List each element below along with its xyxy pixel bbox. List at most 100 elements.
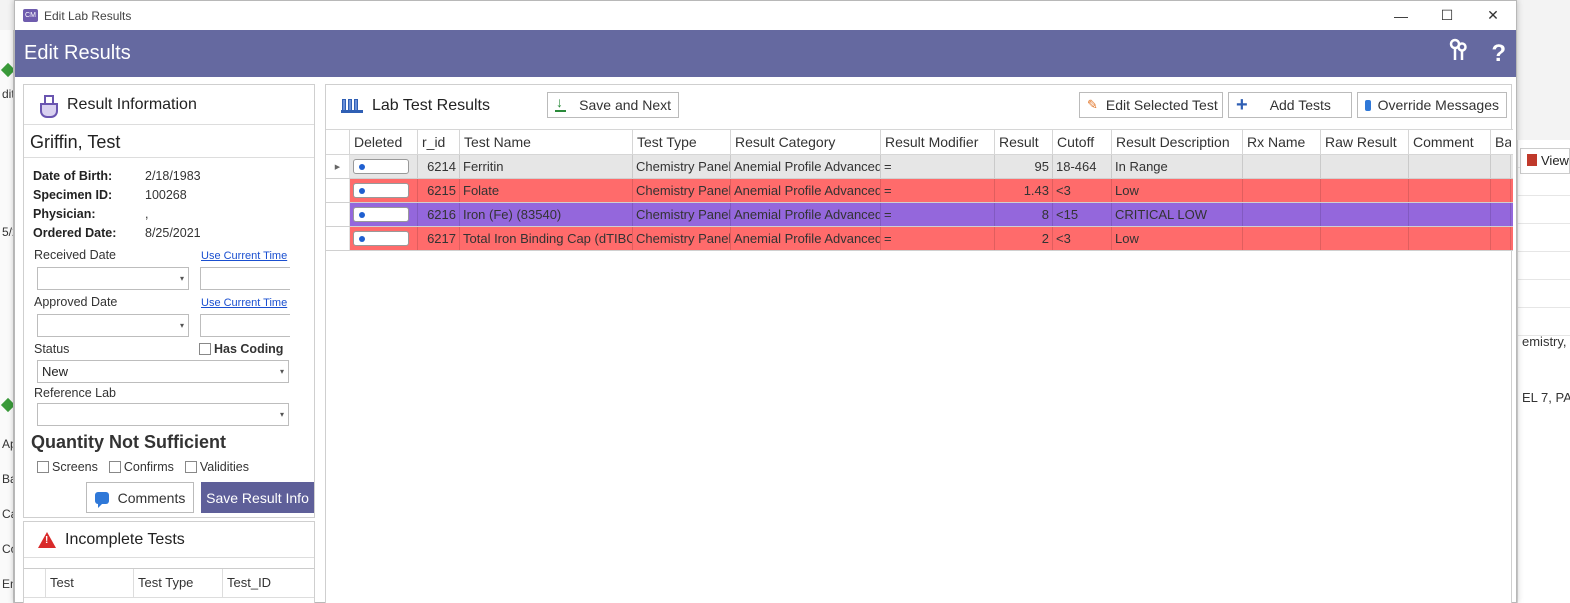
cell-test-name[interactable]: Ferritin — [460, 155, 633, 178]
cell-comment[interactable] — [1409, 203, 1491, 226]
approved-time-input[interactable] — [200, 314, 290, 337]
cell-raw-result[interactable] — [1321, 203, 1409, 226]
background-view-button[interactable]: View — [1520, 148, 1570, 174]
received-time-input[interactable] — [200, 267, 290, 290]
cell-test-type[interactable]: Chemistry Panel — [633, 179, 731, 202]
maximize-button[interactable]: ☐ — [1424, 1, 1470, 30]
cell-result-description[interactable]: CRITICAL LOW — [1112, 203, 1243, 226]
cell-batch[interactable] — [1491, 203, 1511, 226]
deleted-switch[interactable] — [353, 207, 409, 222]
deleted-toggle[interactable] — [350, 179, 418, 202]
received-date-picker[interactable]: ▾ — [37, 267, 189, 290]
column-header[interactable]: Test Type — [134, 569, 223, 597]
column-header-cutoff[interactable]: Cutoff — [1053, 130, 1112, 154]
column-header-r-id[interactable]: r_id — [418, 130, 460, 154]
column-header-result[interactable]: Result — [995, 130, 1053, 154]
edit-selected-test-button[interactable]: ✎ Edit Selected Test — [1079, 92, 1223, 118]
cell-test-name[interactable]: Total Iron Binding Cap (dTIBC) — [460, 227, 633, 250]
table-row[interactable]: 6215 Folate Chemistry Panel Anemial Profile… — [326, 179, 1513, 203]
column-header-test-type[interactable]: Test Type — [633, 130, 731, 154]
cell-cutoff[interactable]: <3 — [1053, 179, 1112, 202]
cell-result-category[interactable]: Anemial Profile Advanced — [731, 155, 881, 178]
close-button[interactable]: ✕ — [1470, 1, 1516, 30]
deleted-switch[interactable] — [353, 231, 409, 246]
cell-batch[interactable] — [1491, 155, 1511, 178]
column-header-batch[interactable]: Ba — [1491, 130, 1511, 154]
override-keys-icon[interactable] — [1447, 38, 1469, 69]
validities-checkbox[interactable]: Validities — [184, 460, 249, 474]
column-header-deleted[interactable]: Deleted — [350, 130, 418, 154]
reference-lab-select[interactable]: ▾ — [37, 403, 289, 426]
column-header-raw-result[interactable]: Raw Result — [1321, 130, 1409, 154]
override-messages-button[interactable]: Override Messages — [1357, 92, 1507, 118]
cell-test-name[interactable]: Iron (Fe) (83540) — [460, 203, 633, 226]
cell-r-id[interactable]: 6215 — [418, 179, 460, 202]
cell-rx-name[interactable] — [1243, 227, 1321, 250]
column-header[interactable]: Test — [46, 569, 134, 597]
cell-result-modifier[interactable]: = — [881, 227, 995, 250]
approved-date-picker[interactable]: ▾ — [37, 314, 189, 337]
cell-comment[interactable] — [1409, 179, 1491, 202]
deleted-toggle[interactable] — [350, 155, 418, 178]
deleted-switch[interactable] — [353, 183, 409, 198]
cell-rx-name[interactable] — [1243, 179, 1321, 202]
screens-checkbox[interactable]: Screens — [37, 460, 98, 474]
cell-r-id[interactable]: 6216 — [418, 203, 460, 226]
minimize-button[interactable]: — — [1378, 1, 1424, 30]
add-tests-button[interactable]: + Add Tests — [1228, 92, 1352, 118]
cell-cutoff[interactable]: <3 — [1053, 227, 1112, 250]
row-header[interactable] — [326, 179, 350, 202]
cell-batch[interactable] — [1491, 179, 1511, 202]
cell-result[interactable]: 2 — [995, 227, 1053, 250]
cell-result-category[interactable]: Anemial Profile Advanced — [731, 227, 881, 250]
cell-rx-name[interactable] — [1243, 203, 1321, 226]
save-result-info-button[interactable]: Save Result Info — [201, 482, 314, 513]
table-row[interactable]: 6217 Total Iron Binding Cap (dTIBC) Chemis… — [326, 227, 1513, 251]
cell-r-id[interactable]: 6217 — [418, 227, 460, 250]
row-header[interactable] — [326, 227, 350, 250]
cell-test-type[interactable]: Chemistry Panel — [633, 155, 731, 178]
table-row[interactable]: ▶ 6214 Ferritin Chemistry Panel Anemial Prof… — [326, 155, 1513, 179]
deleted-switch[interactable] — [353, 159, 409, 174]
cell-result-modifier[interactable]: = — [881, 203, 995, 226]
cell-batch[interactable] — [1491, 227, 1511, 250]
cell-test-name[interactable]: Folate — [460, 179, 633, 202]
cell-r-id[interactable]: 6214 — [418, 155, 460, 178]
comments-button[interactable]: Comments — [86, 482, 194, 513]
cell-result-category[interactable]: Anemial Profile Advanced — [731, 179, 881, 202]
approved-use-current-time-link[interactable]: Use Current Time — [201, 297, 287, 309]
row-header[interactable] — [326, 203, 350, 226]
column-header-comment[interactable]: Comment — [1409, 130, 1491, 154]
cell-result[interactable]: 1.43 — [995, 179, 1053, 202]
received-use-current-time-link[interactable]: Use Current Time — [201, 250, 287, 262]
cell-test-type[interactable]: Chemistry Panel — [633, 203, 731, 226]
cell-comment[interactable] — [1409, 227, 1491, 250]
save-and-next-button[interactable]: Save and Next — [547, 92, 679, 118]
has-coding-checkbox[interactable]: Has Coding — [199, 342, 283, 356]
cell-rx-name[interactable] — [1243, 155, 1321, 178]
confirms-checkbox[interactable]: Confirms — [108, 460, 174, 474]
cell-result[interactable]: 8 — [995, 203, 1053, 226]
column-header-result-modifier[interactable]: Result Modifier — [881, 130, 995, 154]
column-header[interactable]: Test_ID — [223, 569, 313, 597]
status-select[interactable]: New ▾ — [37, 360, 289, 383]
cell-result-description[interactable]: Low — [1112, 179, 1243, 202]
cell-raw-result[interactable] — [1321, 155, 1409, 178]
cell-test-type[interactable]: Chemistry Panel — [633, 227, 731, 250]
deleted-toggle[interactable] — [350, 203, 418, 226]
cell-result-description[interactable]: In Range — [1112, 155, 1243, 178]
column-header-result-description[interactable]: Result Description — [1112, 130, 1243, 154]
column-header-result-category[interactable]: Result Category — [731, 130, 881, 154]
cell-result-description[interactable]: Low — [1112, 227, 1243, 250]
cell-result-category[interactable]: Anemial Profile Advanced — [731, 203, 881, 226]
cell-result-modifier[interactable]: = — [881, 179, 995, 202]
cell-raw-result[interactable] — [1321, 227, 1409, 250]
cell-comment[interactable] — [1409, 155, 1491, 178]
cell-raw-result[interactable] — [1321, 179, 1409, 202]
cell-cutoff[interactable]: <15 — [1053, 203, 1112, 226]
row-header[interactable]: ▶ — [326, 155, 350, 178]
column-header-test-name[interactable]: Test Name — [460, 130, 633, 154]
help-icon[interactable]: ? — [1491, 40, 1506, 68]
table-row[interactable]: 6216 Iron (Fe) (83540) Chemistry Panel Anem… — [326, 203, 1513, 227]
column-header-rx-name[interactable]: Rx Name — [1243, 130, 1321, 154]
